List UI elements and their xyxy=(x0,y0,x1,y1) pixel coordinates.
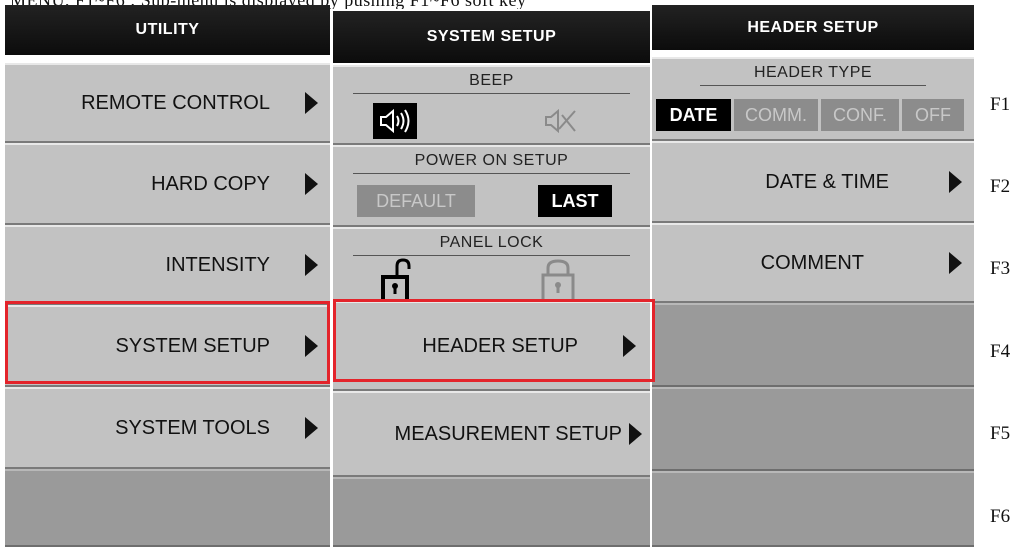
empty-slot xyxy=(333,477,650,547)
utility-menu: UTILITY REMOTE CONTROL HARD COPY INTENSI… xyxy=(5,5,330,547)
arrow-right-icon xyxy=(305,173,318,195)
measurement-setup-button[interactable]: MEASUREMENT SETUP xyxy=(333,391,650,477)
power-on-setup-section: POWER ON SETUP DEFAULT LAST xyxy=(333,145,650,227)
hard-copy-label: HARD COPY xyxy=(151,172,270,195)
divider xyxy=(353,173,630,174)
intensity-button[interactable]: INTENSITY xyxy=(5,225,330,305)
date-time-button[interactable]: DATE & TIME xyxy=(652,141,974,223)
hard-copy-button[interactable]: HARD COPY xyxy=(5,143,330,225)
arrow-right-icon xyxy=(305,92,318,114)
f4-key-label: F4 xyxy=(990,341,1011,362)
system-setup-menu: SYSTEM SETUP BEEP POWER ON SETUP DEFAULT… xyxy=(333,5,650,547)
utility-title: UTILITY xyxy=(5,5,330,55)
arrow-right-icon xyxy=(949,252,962,274)
empty-slot xyxy=(652,471,974,547)
panel-lock-section: PANEL LOCK xyxy=(333,227,650,301)
system-setup-title: SYSTEM SETUP xyxy=(333,11,650,63)
header-type-date[interactable]: DATE xyxy=(656,99,731,131)
intensity-label: INTENSITY xyxy=(165,253,270,276)
measurement-setup-label: MEASUREMENT SETUP xyxy=(394,422,622,445)
header-type-comm[interactable]: COMM. xyxy=(734,99,818,131)
highlight-system-setup xyxy=(5,301,330,384)
empty-slot xyxy=(652,387,974,471)
divider xyxy=(353,93,630,94)
header-type-title: HEADER TYPE xyxy=(753,64,873,81)
f1-key-label: F1 xyxy=(990,94,1011,115)
arrow-right-icon xyxy=(305,417,318,439)
system-tools-label: SYSTEM TOOLS xyxy=(115,416,270,439)
header-setup-title: HEADER SETUP xyxy=(652,5,974,50)
arrow-right-icon xyxy=(949,171,962,193)
padlock-open-icon[interactable] xyxy=(377,257,417,301)
empty-slot xyxy=(5,469,330,547)
f6-key-label: F6 xyxy=(990,506,1011,527)
arrow-right-icon xyxy=(629,423,642,445)
last-option[interactable]: LAST xyxy=(538,185,612,217)
default-option[interactable]: DEFAULT xyxy=(357,185,475,217)
beep-section: BEEP xyxy=(333,65,650,145)
system-tools-button[interactable]: SYSTEM TOOLS xyxy=(5,387,330,469)
comment-label: COMMENT xyxy=(760,251,864,274)
power-on-setup-title: POWER ON SETUP xyxy=(414,152,569,169)
divider xyxy=(353,255,630,256)
remote-control-label: REMOTE CONTROL xyxy=(81,91,270,114)
comment-button[interactable]: COMMENT xyxy=(652,223,974,303)
f5-key-label: F5 xyxy=(990,423,1011,444)
f2-key-label: F2 xyxy=(990,176,1011,197)
date-time-label: DATE & TIME xyxy=(765,170,889,193)
speaker-mute-icon[interactable] xyxy=(538,103,582,139)
header-setup-menu: HEADER SETUP HEADER TYPE DATE COMM. CONF… xyxy=(652,5,974,547)
divider xyxy=(700,85,926,86)
header-type-off[interactable]: OFF xyxy=(902,99,964,131)
arrow-right-icon xyxy=(305,254,318,276)
header-type-section: HEADER TYPE DATE COMM. CONF. OFF xyxy=(652,57,974,141)
empty-slot xyxy=(652,303,974,387)
f3-key-label: F3 xyxy=(990,258,1011,279)
remote-control-button[interactable]: REMOTE CONTROL xyxy=(5,63,330,143)
highlight-header-setup xyxy=(333,299,655,382)
beep-title: BEEP xyxy=(469,72,514,89)
header-type-conf[interactable]: CONF. xyxy=(821,99,899,131)
panel-lock-title: PANEL LOCK xyxy=(439,234,544,251)
padlock-closed-icon[interactable] xyxy=(538,257,578,301)
speaker-on-icon[interactable] xyxy=(373,103,417,139)
